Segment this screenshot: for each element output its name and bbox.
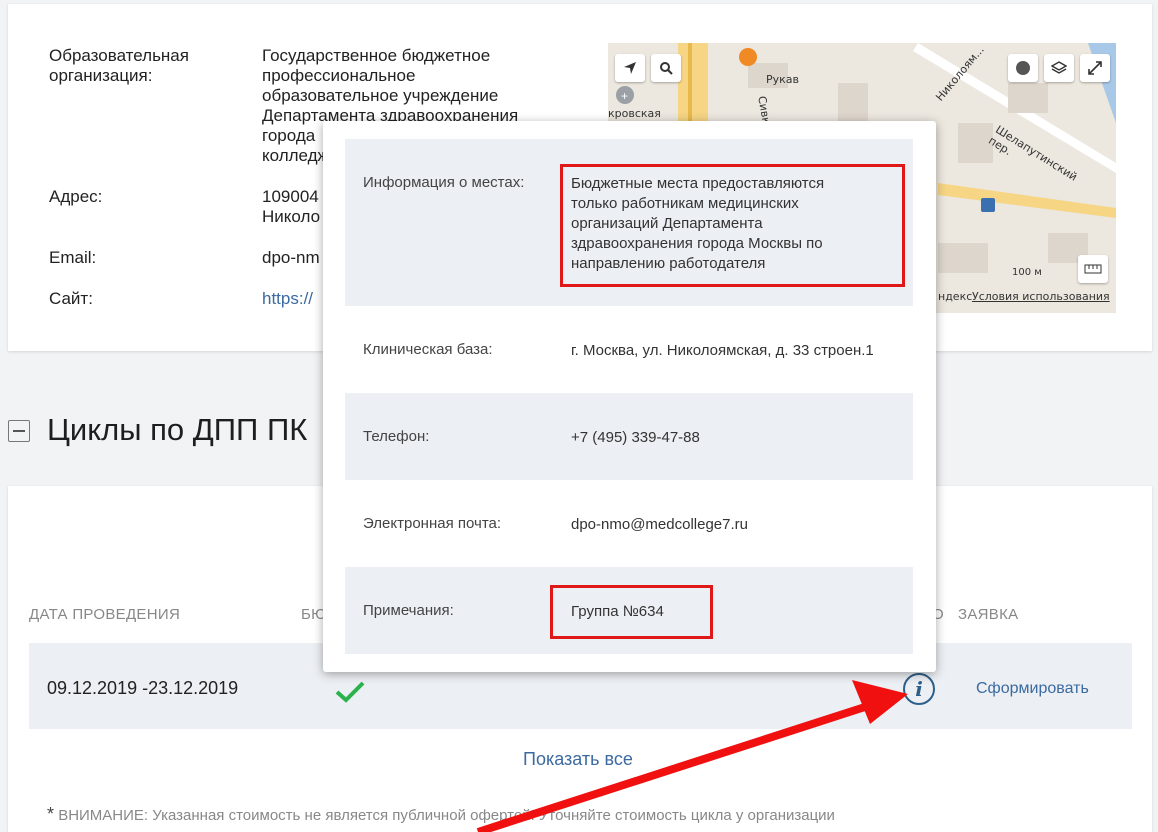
annotation-arrow: [476, 680, 908, 832]
